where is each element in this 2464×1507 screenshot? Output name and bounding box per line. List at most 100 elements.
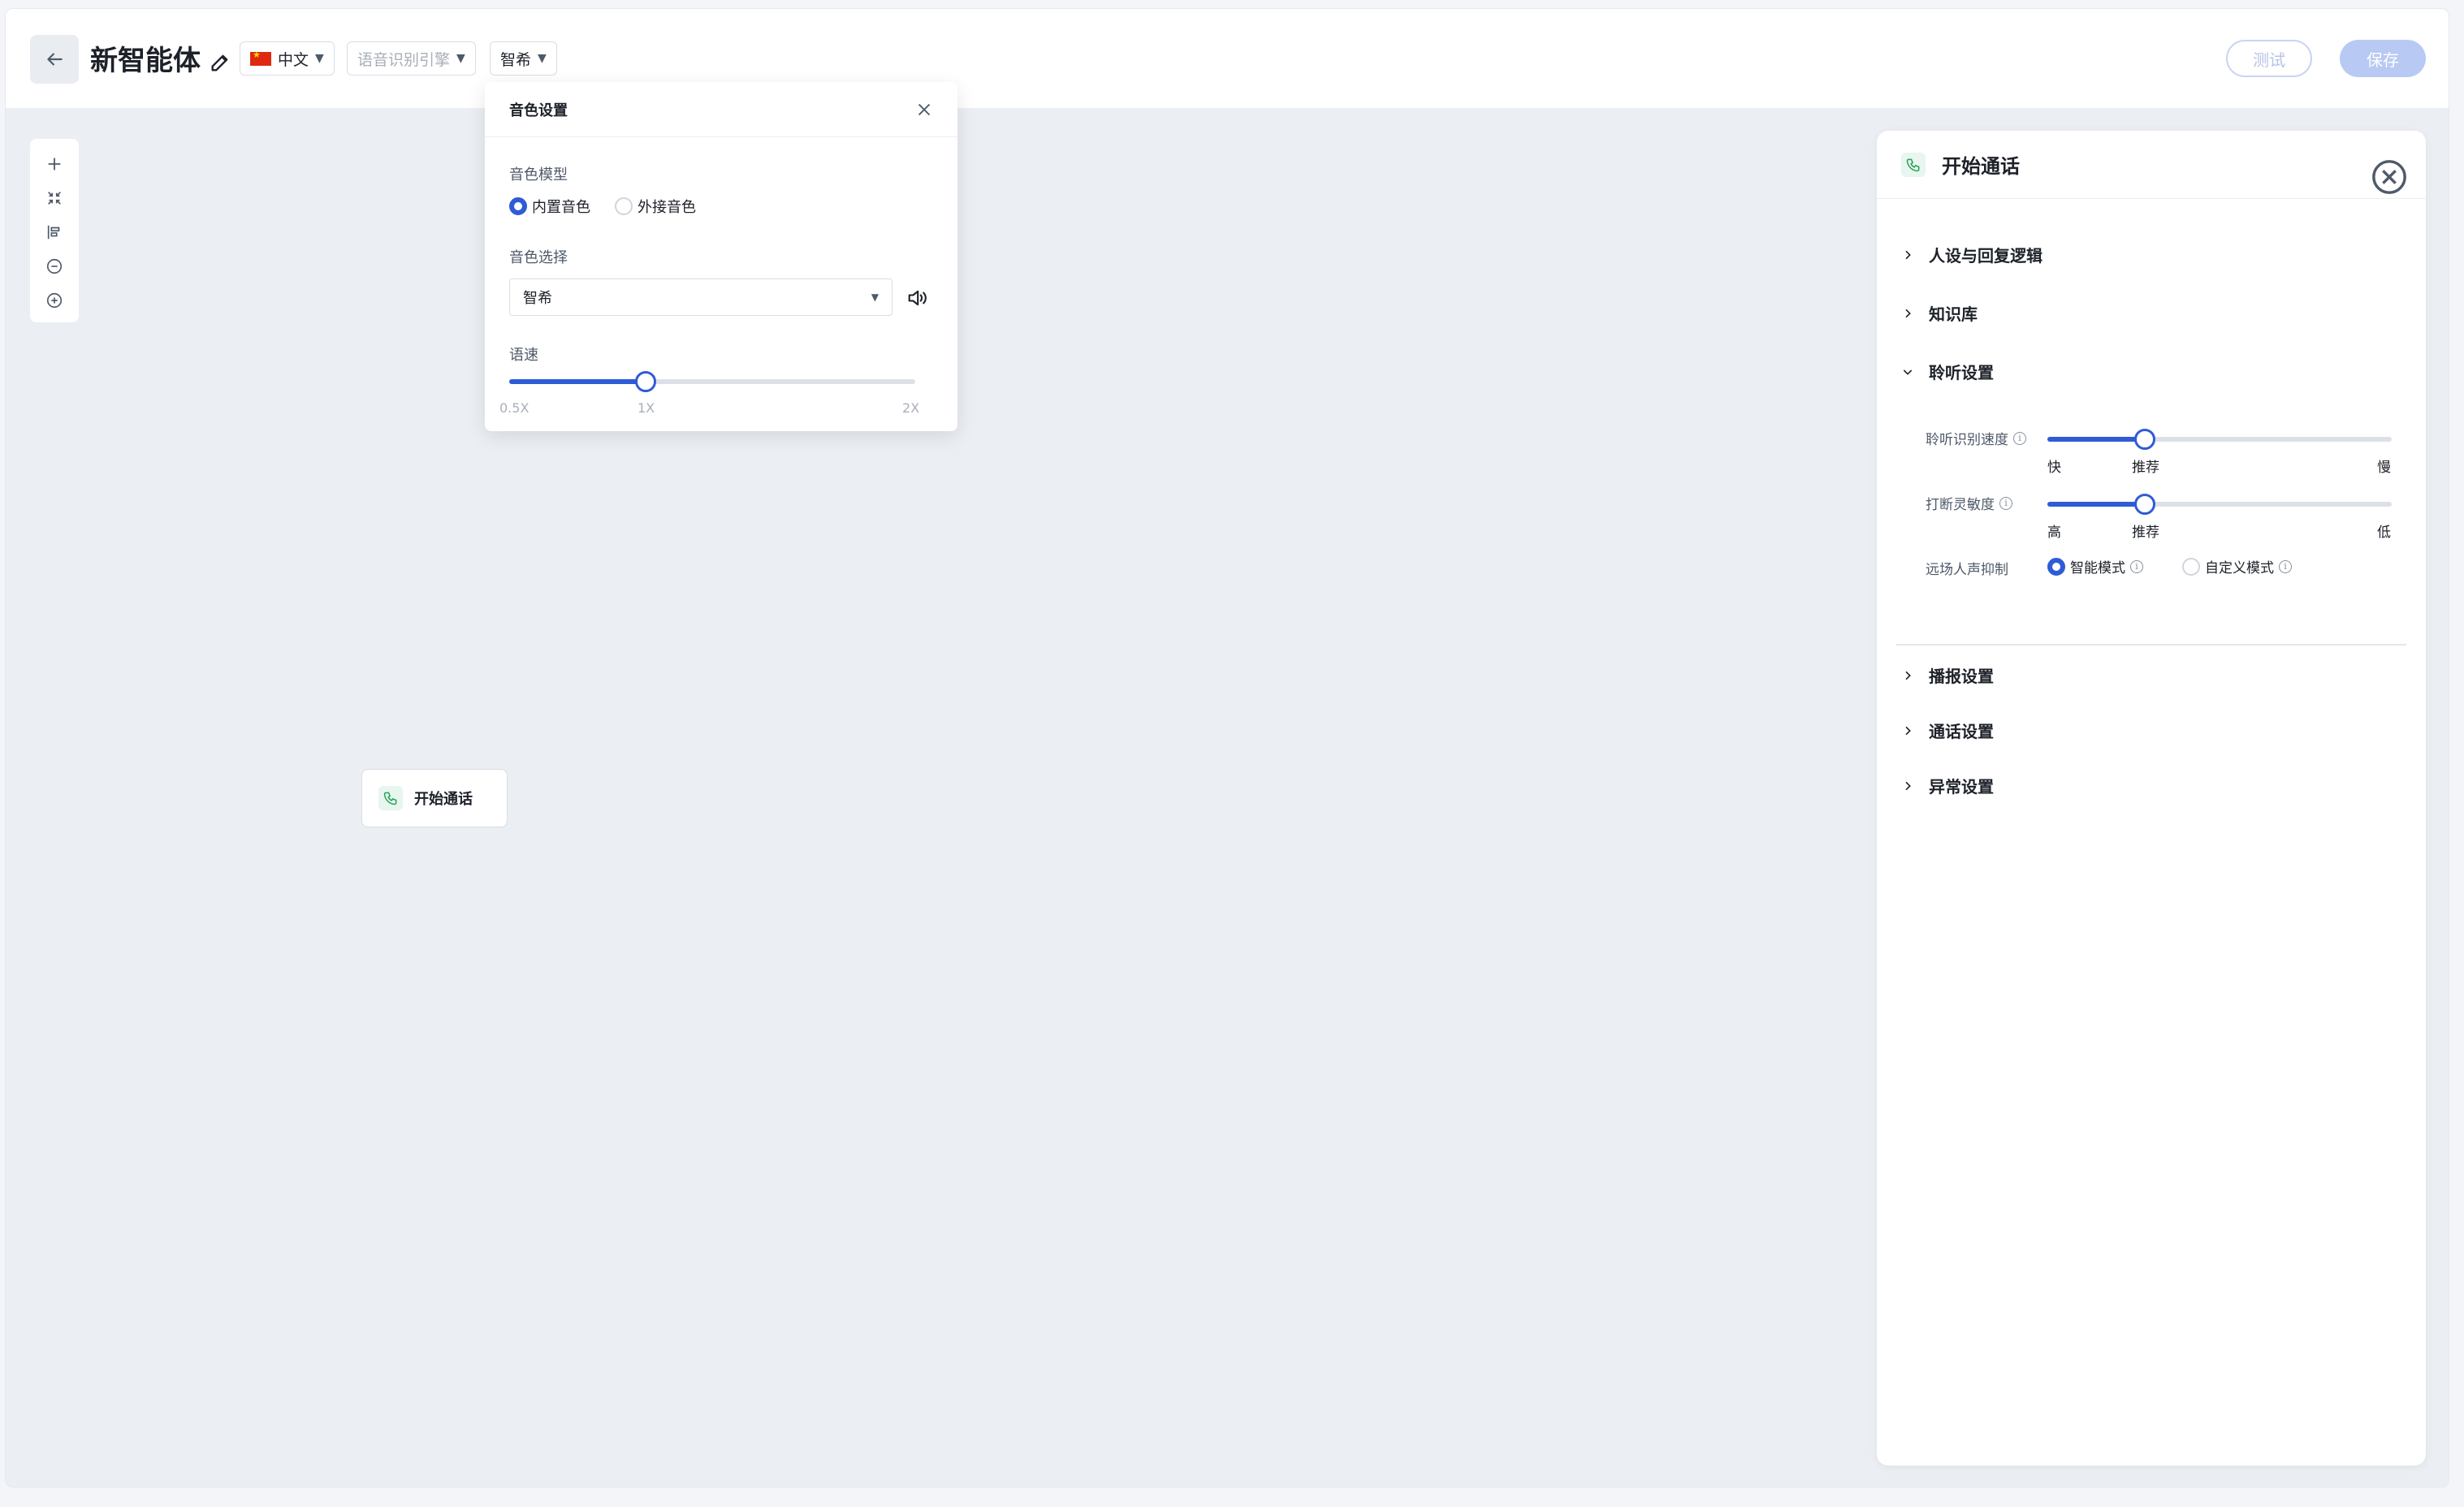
- auto-layout-button[interactable]: [38, 215, 71, 249]
- listen-speed-fill: [2047, 437, 2145, 442]
- section-broadcast-label: 播报设置: [1929, 667, 1994, 686]
- speaker-preview-icon[interactable]: [906, 287, 928, 309]
- panel-title: 开始通话: [1942, 155, 2020, 178]
- agent-title: 新智能体: [90, 45, 201, 77]
- interrupt-label: 打断灵敏度: [1926, 497, 1995, 513]
- close-circle-icon[interactable]: [2371, 158, 2408, 196]
- listen-speed-tick-recommended: 推荐: [2132, 460, 2159, 476]
- canvas-toolbar: [30, 139, 79, 322]
- speed-tick-mid: 1X: [638, 400, 655, 416]
- align-left-icon: [47, 225, 60, 240]
- app-frame: 新智能体 中文 ▼ 语音识别引擎 ▼ 智希 ▼ 测试 保存: [5, 8, 2449, 1488]
- radio-external-voice[interactable]: 外接音色: [615, 196, 696, 217]
- radio-custom-mode[interactable]: 自定义模式 i: [2182, 556, 2292, 576]
- save-button[interactable]: 保存: [2340, 40, 2426, 77]
- info-icon[interactable]: i: [2013, 431, 2026, 445]
- voice-select[interactable]: 智希 ▼: [490, 41, 557, 76]
- interrupt-tick-recommended: 推荐: [2132, 525, 2159, 541]
- caret-down-icon: ▼: [538, 52, 547, 65]
- section-exception-settings[interactable]: 异常设置: [1901, 774, 1994, 797]
- phone-icon: [378, 786, 403, 810]
- popup-title: 音色设置: [509, 101, 568, 119]
- asr-engine-placeholder: 语音识别引擎: [357, 50, 451, 69]
- panel-header: 开始通话: [1877, 131, 2426, 199]
- zoom-in-icon: [46, 292, 63, 309]
- info-icon[interactable]: i: [2130, 559, 2143, 573]
- voice-select-label: 音色选择: [509, 249, 568, 266]
- section-persona[interactable]: 人设与回复逻辑: [1901, 243, 2043, 266]
- section-broadcast-settings[interactable]: 播报设置: [1901, 663, 1994, 687]
- voice-model-radio-group: 内置音色 外接音色: [509, 196, 696, 217]
- speed-tick-min: 0.5X: [499, 400, 530, 416]
- listen-speed-slider[interactable]: [2047, 429, 2392, 450]
- section-knowledge-label: 知识库: [1929, 304, 1978, 324]
- speed-slider-handle[interactable]: [635, 371, 656, 392]
- speed-slider-fill: [509, 379, 646, 384]
- caret-down-icon: ▼: [871, 291, 879, 303]
- china-flag-icon: [250, 50, 271, 66]
- radio-smart-mode[interactable]: 智能模式 i: [2047, 556, 2143, 576]
- section-call-label: 通话设置: [1929, 722, 1994, 741]
- plus-icon: [48, 158, 61, 171]
- edit-pencil-icon[interactable]: [209, 51, 231, 74]
- section-persona-label: 人设与回复逻辑: [1929, 246, 2043, 266]
- voice-dropdown-value: 智希: [523, 290, 552, 307]
- speed-tick-max: 2X: [902, 400, 920, 416]
- radio-builtin-voice[interactable]: 内置音色: [509, 196, 590, 217]
- chevron-right-icon: [1905, 781, 1911, 790]
- info-icon[interactable]: i: [1999, 496, 2012, 510]
- phone-icon: [1901, 152, 1926, 177]
- test-button[interactable]: 测试: [2226, 40, 2312, 77]
- radio-checked-icon: [509, 197, 527, 215]
- node-settings-panel: 开始通话 人设与回复逻辑 知识库 聆听设置 聆听识别速度 i 快 推荐 慢 打断…: [1877, 131, 2426, 1466]
- radio-checked-icon: [2047, 557, 2065, 576]
- zoom-out-button[interactable]: [38, 249, 71, 283]
- section-knowledge-base[interactable]: 知识库: [1901, 301, 1978, 325]
- section-call-settings[interactable]: 通话设置: [1901, 719, 1994, 742]
- language-value: 中文: [278, 50, 309, 69]
- listen-speed-row: 聆听识别速度 i: [1926, 428, 2026, 448]
- chevron-down-icon: [1903, 369, 1913, 375]
- speed-slider[interactable]: [509, 371, 915, 392]
- interrupt-tick-high: 高: [2047, 525, 2061, 541]
- close-icon[interactable]: [915, 101, 933, 119]
- interrupt-fill: [2047, 502, 2145, 507]
- radio-unchecked-icon: [2182, 557, 2200, 576]
- popup-header: 音色设置: [485, 82, 958, 137]
- language-select[interactable]: 中文 ▼: [240, 41, 335, 76]
- node-label: 开始通话: [414, 791, 473, 808]
- radio-external-label: 外接音色: [638, 199, 696, 216]
- listen-speed-tick-slow: 慢: [2377, 460, 2391, 476]
- interrupt-tick-low: 低: [2377, 525, 2391, 541]
- chevron-right-icon: [1905, 250, 1911, 259]
- chevron-right-icon: [1905, 309, 1911, 317]
- radio-builtin-label: 内置音色: [532, 199, 590, 216]
- fit-view-button[interactable]: [38, 181, 71, 215]
- top-bar: 新智能体 中文 ▼ 语音识别引擎 ▼ 智希 ▼ 测试 保存: [6, 9, 2449, 108]
- custom-mode-label: 自定义模式: [2205, 560, 2274, 576]
- radio-unchecked-icon: [615, 197, 633, 215]
- flow-node-start-call[interactable]: 开始通话: [361, 769, 508, 827]
- voice-dropdown[interactable]: 智希 ▼: [509, 279, 893, 316]
- section-listen-settings[interactable]: 聆听设置: [1901, 360, 1994, 383]
- interrupt-row: 打断灵敏度 i: [1926, 493, 2012, 513]
- zoom-in-button[interactable]: [38, 283, 71, 317]
- voice-value: 智希: [500, 50, 532, 69]
- interrupt-handle[interactable]: [2134, 494, 2155, 515]
- add-node-button[interactable]: [38, 147, 71, 181]
- collapse-icon: [48, 192, 61, 205]
- section-exception-label: 异常设置: [1929, 777, 1994, 797]
- listen-speed-handle[interactable]: [2134, 429, 2155, 450]
- back-button[interactable]: [30, 35, 79, 84]
- zoom-out-icon: [46, 258, 63, 274]
- suppress-label-row: 远场人声抑制: [1926, 558, 2008, 578]
- section-listen-label: 聆听设置: [1929, 363, 1994, 382]
- smart-mode-label: 智能模式: [2070, 560, 2125, 576]
- asr-engine-select[interactable]: 语音识别引擎 ▼: [347, 41, 476, 76]
- voice-settings-popup: 音色设置 音色模型 内置音色 外接音色 音色选择 智希 ▼ 语速 0.5X 1X…: [485, 82, 958, 431]
- chevron-right-icon: [1905, 726, 1911, 735]
- arrow-left-icon: [47, 53, 63, 66]
- info-icon[interactable]: i: [2279, 559, 2292, 573]
- listen-speed-tick-fast: 快: [2047, 460, 2061, 476]
- interrupt-slider[interactable]: [2047, 494, 2392, 515]
